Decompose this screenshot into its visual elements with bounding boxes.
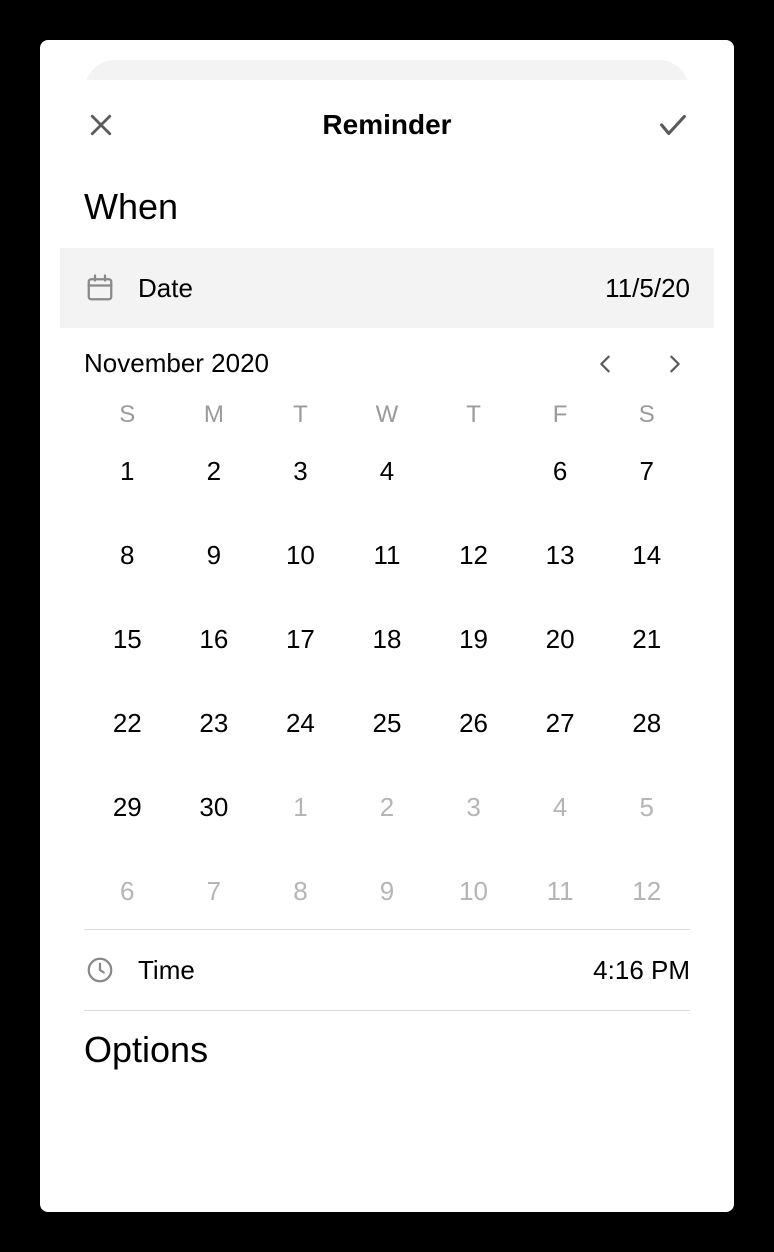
calendar-day[interactable]: 11 — [344, 525, 431, 585]
close-icon[interactable] — [84, 108, 118, 142]
calendar-day[interactable]: 24 — [257, 693, 344, 753]
calendar-day[interactable]: 3 — [430, 777, 517, 837]
calendar-grid: 1234567891011121314151617181920212223242… — [60, 433, 714, 929]
calendar-day[interactable]: 6 — [84, 861, 171, 921]
confirm-icon[interactable] — [656, 108, 690, 142]
calendar-day[interactable]: 7 — [603, 441, 690, 501]
date-row[interactable]: Date 11/5/20 — [60, 248, 714, 328]
calendar-day[interactable]: 15 — [84, 609, 171, 669]
calendar-day[interactable]: 10 — [257, 525, 344, 585]
calendar-day[interactable]: 9 — [171, 525, 258, 585]
calendar-day[interactable]: 4 — [517, 777, 604, 837]
calendar-day[interactable]: 9 — [344, 861, 431, 921]
weekday-label: S — [84, 401, 171, 429]
calendar-day[interactable]: 28 — [603, 693, 690, 753]
weekday-row: SMTWTFS — [60, 387, 714, 433]
calendar-day[interactable]: 13 — [517, 525, 604, 585]
month-label: November 2020 — [84, 348, 269, 379]
calendar-day[interactable]: 6 — [517, 441, 604, 501]
calendar-day[interactable]: 8 — [257, 861, 344, 921]
when-section-title: When — [60, 162, 714, 248]
time-row[interactable]: Time 4:16 PM — [60, 930, 714, 1010]
calendar-day[interactable]: 2 — [344, 777, 431, 837]
weekday-label: T — [257, 401, 344, 429]
weekday-label: S — [603, 401, 690, 429]
calendar-header: November 2020 — [60, 328, 714, 387]
date-value: 11/5/20 — [605, 273, 690, 304]
date-row-left: Date — [84, 272, 193, 304]
calendar-day[interactable]: 2 — [171, 441, 258, 501]
calendar-day[interactable]: 22 — [84, 693, 171, 753]
time-label: Time — [138, 955, 195, 986]
calendar-day[interactable]: 16 — [171, 609, 258, 669]
calendar-day[interactable]: 17 — [257, 609, 344, 669]
calendar-day[interactable]: 5 — [430, 441, 517, 501]
calendar-day[interactable]: 4 — [344, 441, 431, 501]
weekday-label: M — [171, 401, 258, 429]
calendar-day[interactable]: 1 — [257, 777, 344, 837]
calendar-nav — [590, 349, 690, 379]
options-section-title: Options — [60, 1011, 714, 1071]
calendar-day[interactable]: 11 — [517, 861, 604, 921]
calendar-day[interactable]: 21 — [603, 609, 690, 669]
next-month-icon[interactable] — [660, 349, 690, 379]
calendar-day[interactable]: 12 — [430, 525, 517, 585]
calendar-day[interactable]: 18 — [344, 609, 431, 669]
calendar-day[interactable]: 27 — [517, 693, 604, 753]
calendar-day[interactable]: 19 — [430, 609, 517, 669]
calendar-day[interactable]: 1 — [84, 441, 171, 501]
calendar-day[interactable]: 7 — [171, 861, 258, 921]
weekday-label: W — [344, 401, 431, 429]
calendar-day[interactable]: 10 — [430, 861, 517, 921]
calendar-icon — [84, 272, 116, 304]
time-row-left: Time — [84, 954, 195, 986]
modal-header: Reminder — [60, 80, 714, 162]
reminder-modal-frame: Reminder When Date 11 — [40, 40, 734, 1212]
calendar-day[interactable]: 29 — [84, 777, 171, 837]
modal-title: Reminder — [322, 109, 451, 141]
calendar-day[interactable]: 8 — [84, 525, 171, 585]
calendar-day[interactable]: 20 — [517, 609, 604, 669]
weekday-label: F — [517, 401, 604, 429]
calendar-day[interactable]: 23 — [171, 693, 258, 753]
calendar-day[interactable]: 30 — [171, 777, 258, 837]
calendar-day[interactable]: 12 — [603, 861, 690, 921]
weekday-label: T — [430, 401, 517, 429]
clock-icon — [84, 954, 116, 986]
calendar-day[interactable]: 3 — [257, 441, 344, 501]
reminder-sheet: Reminder When Date 11 — [60, 80, 714, 1212]
calendar-day[interactable]: 5 — [603, 777, 690, 837]
date-label: Date — [138, 273, 193, 304]
calendar-day[interactable]: 26 — [430, 693, 517, 753]
prev-month-icon[interactable] — [590, 349, 620, 379]
calendar-day[interactable]: 14 — [603, 525, 690, 585]
time-value: 4:16 PM — [593, 955, 690, 986]
calendar-day[interactable]: 25 — [344, 693, 431, 753]
